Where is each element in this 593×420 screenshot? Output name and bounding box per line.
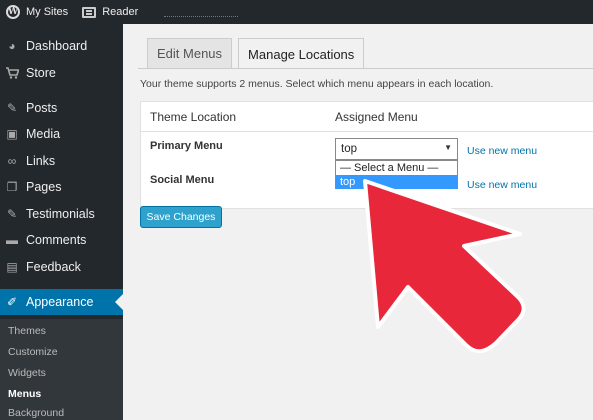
arrow-shape [363,179,526,354]
pointer-arrow-icon [363,179,526,354]
